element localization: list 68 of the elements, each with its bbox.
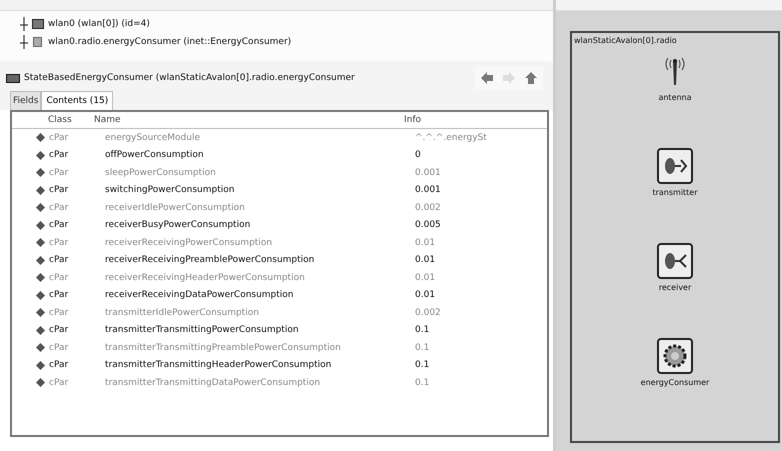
table-cell-text: receiverReceivingHeaderPowerConsumption [105, 272, 306, 283]
table-cell: 0 [415, 150, 421, 160]
table-cell-text: cPar [49, 150, 70, 160]
submodule-label: receiver [658, 283, 692, 292]
table-cell-text: cPar [49, 308, 70, 318]
table-cell-text: cPar [49, 342, 70, 353]
module-title: wlanStaticAvalon[0].radio [573, 35, 678, 45]
table-cell-text: cPar [49, 325, 70, 336]
table-cell: 0.01 [415, 255, 436, 266]
column-header[interactable]: Info [404, 115, 422, 125]
table-cell-text: transmitterTransmittingPreamblePowerConsumption [105, 342, 342, 353]
table-cell-text: cPar [49, 185, 70, 196]
submodule-label: antenna [658, 93, 692, 102]
table-cell: 0.1 [415, 325, 430, 336]
tree-line-icon [20, 17, 28, 31]
transmitter-icon[interactable] [656, 148, 693, 184]
table-cell-text: cPar [49, 290, 70, 300]
table-cell-text: cPar [49, 255, 70, 266]
submodule-label: energyConsumer [640, 378, 710, 387]
table-cell-text: receiverReceivingPowerConsumption [105, 238, 274, 248]
column-header[interactable]: Class [48, 115, 94, 125]
table-cell: 0.002 [415, 202, 441, 213]
table-cell-text: switchingPowerConsumption [105, 185, 236, 196]
table-cell-text: sleepPowerConsumption [105, 168, 217, 178]
table-cell: 0.1 [415, 360, 430, 370]
gear-icon[interactable] [656, 338, 693, 374]
table-cell-text: cPar [49, 238, 70, 248]
submodule-label: transmitter [652, 188, 698, 197]
tree-item[interactable]: wlan0.radio.energyConsumer (inet::EnergyConsumer) [48, 37, 292, 47]
table-cell-text: receiverIdlePowerConsumption [105, 202, 246, 213]
tree-line-icon [20, 35, 28, 49]
object-icon [6, 74, 20, 82]
tab[interactable]: Fields [10, 91, 42, 110]
table-cell-text: cPar [49, 168, 70, 178]
table-cell-text: cPar [49, 132, 70, 143]
receiver-icon[interactable] [657, 243, 693, 279]
tree-item[interactable]: wlan0 (wlan[0]) (id=4) [48, 19, 150, 29]
table-cell: 0.01 [415, 272, 436, 283]
table-cell-text: cPar [49, 202, 70, 213]
column-header[interactable]: Name [94, 115, 404, 125]
table-cell: 0.001 [415, 168, 441, 178]
table-cell-text: receiverReceivingDataPowerConsumption [105, 290, 295, 300]
table-cell: 0.002 [415, 308, 441, 318]
table-cell-text: transmitterTransmittingDataPowerConsumption [105, 378, 322, 388]
back-arrow-icon[interactable] [479, 70, 495, 86]
tab[interactable]: Contents (15) [41, 91, 114, 110]
module-icon [32, 37, 44, 47]
table-cell-text: offPowerConsumption [105, 150, 205, 160]
table-cell-text: receiverBusyPowerConsumption [105, 220, 252, 230]
table-cell: 0.01 [415, 290, 436, 300]
up-arrow-icon[interactable] [523, 70, 539, 86]
table-cell-text: transmitterTransmittingPowerConsumption [105, 325, 300, 336]
table-cell-text: transmitterTransmittingHeaderPowerConsumption [105, 360, 332, 370]
module-icon [32, 19, 44, 29]
table-cell-text: transmitterIdlePowerConsumption [105, 308, 260, 318]
table-cell-text: cPar [49, 360, 70, 370]
table-cell-text: receiverReceivingPreamblePowerConsumption [105, 255, 316, 266]
table-cell: 0.005 [415, 220, 441, 230]
table-cell: 0.01 [415, 238, 436, 248]
table-cell-text: cPar [49, 378, 70, 388]
table-cell: 0.001 [415, 185, 441, 196]
table-cell-text: cPar [49, 220, 70, 230]
object-path: StateBasedEnergyConsumer (wlanStaticAvalon[0].radio.energyConsumer [24, 73, 355, 83]
table-cell: 0.1 [415, 378, 430, 388]
table-cell-text: cPar [49, 272, 70, 283]
table-cell-text: energySourceModule [105, 132, 201, 143]
table-cell: 0.1 [415, 342, 430, 353]
table-cell: ^.^.^.energySt [415, 132, 487, 143]
